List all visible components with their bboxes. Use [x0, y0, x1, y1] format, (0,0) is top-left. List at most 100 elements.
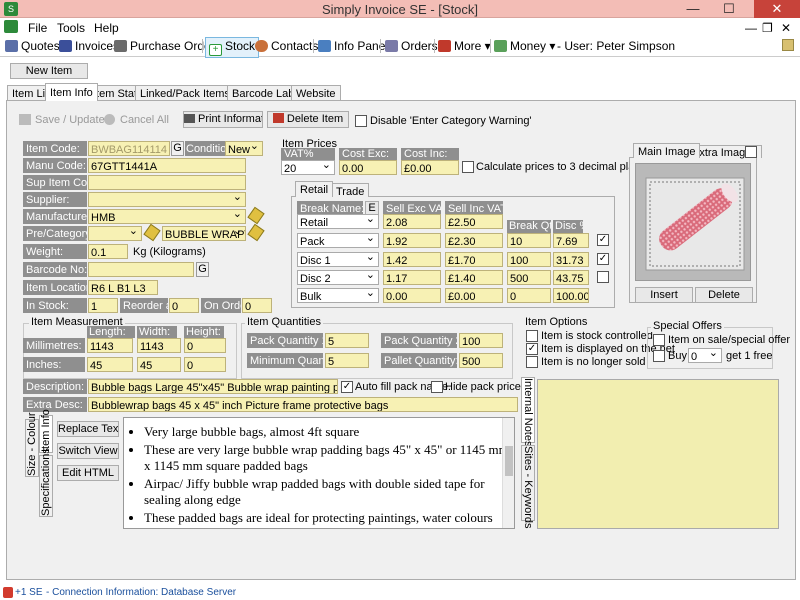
stock-controlled-checkbox[interactable] [526, 330, 538, 342]
minimum-qty-field[interactable]: 5 [325, 353, 369, 368]
break-qty-field[interactable]: 10 [507, 233, 551, 248]
break-name-select[interactable]: Pack [297, 233, 379, 248]
new-item-button[interactable]: New Item [10, 63, 88, 79]
mm-height-field[interactable]: 0 [184, 338, 226, 353]
menu-file[interactable]: File [28, 21, 47, 35]
on-order-field[interactable]: 0 [242, 298, 272, 313]
generate-code-button[interactable]: G [171, 141, 184, 156]
window-restore-child[interactable]: ❐ [762, 21, 773, 35]
break-name-select[interactable]: Disc 1 [297, 252, 379, 267]
category-select[interactable]: BUBBLE WRAP\E [162, 226, 246, 241]
pack-qty-2-field[interactable]: 100 [459, 333, 503, 348]
barcode-field[interactable] [88, 262, 194, 277]
sell-inc-field[interactable]: £2.30 [445, 233, 503, 248]
toolbar-invoices[interactable]: Invoices [59, 39, 119, 53]
tab-sites-keywords[interactable]: Sites - Keywords [521, 445, 535, 529]
no-longer-sold-checkbox[interactable] [526, 356, 538, 368]
toolbar-quotes[interactable]: Quotes [5, 39, 60, 53]
pre-category-select[interactable] [88, 226, 142, 241]
toolbar-contacts[interactable]: Contacts [255, 39, 318, 53]
hide-pack-prices-checkbox[interactable] [431, 381, 443, 393]
window-minimize-child[interactable]: — [745, 21, 757, 35]
print-information-button[interactable]: Print Information [183, 111, 263, 128]
tab-item-info[interactable]: Item Info [45, 83, 98, 101]
displayed-on-net-checkbox[interactable]: ✓ [526, 343, 538, 355]
pallet-qty-field[interactable]: 500 [459, 353, 503, 368]
disc-field[interactable]: 100.00 [553, 288, 589, 303]
buy-qty-select[interactable]: 0 [688, 348, 722, 363]
row-active-checkbox[interactable]: ✓ [597, 234, 609, 246]
minimize-button[interactable]: — [678, 0, 708, 18]
break-qty-field[interactable]: 500 [507, 270, 551, 285]
supplier-select[interactable] [88, 192, 246, 207]
vat-select[interactable]: 20 [281, 160, 335, 175]
delete-image-button[interactable]: Delete [695, 287, 753, 303]
three-decimals-checkbox[interactable] [462, 161, 474, 173]
sell-inc-field[interactable]: £1.70 [445, 252, 503, 267]
toolbar-orders[interactable]: Orders [385, 39, 438, 53]
sell-inc-field[interactable]: £0.00 [445, 288, 503, 303]
close-button[interactable]: ✕ [754, 0, 800, 18]
cancel-all-button[interactable]: Cancel All [104, 114, 169, 126]
mm-length-field[interactable]: 1143 [87, 338, 133, 353]
pack-qty-1-field[interactable]: 5 [325, 333, 369, 348]
menu-tools[interactable]: Tools [57, 21, 85, 35]
description-scrollbar[interactable] [502, 418, 514, 528]
toolbar-settings-icon[interactable] [782, 39, 794, 51]
insert-image-button[interactable]: Insert [635, 287, 693, 303]
tab-trade[interactable]: Trade [331, 183, 370, 198]
in-length-field[interactable]: 45 [87, 357, 133, 372]
reorder-at-field[interactable]: 0 [169, 298, 199, 313]
menu-help[interactable]: Help [94, 21, 119, 35]
internal-notes-field[interactable] [537, 379, 779, 529]
disable-category-warning-checkbox[interactable] [355, 115, 367, 127]
edit-category-icon[interactable] [247, 223, 265, 242]
break-name-select[interactable]: Bulk [297, 288, 379, 303]
toolbar-more[interactable]: More ▾ [438, 39, 491, 53]
item-location-field[interactable]: R6 L B1 L3 [88, 280, 158, 295]
tab-retail[interactable]: Retail [295, 181, 334, 197]
disc-field[interactable]: 31.73 [553, 252, 589, 267]
sell-inc-field[interactable]: £2.50 [445, 214, 503, 229]
maximize-button[interactable]: ☐ [714, 0, 744, 18]
tab-internal-notes[interactable]: Internal Notes [521, 377, 535, 446]
sell-exc-field[interactable]: 0.00 [383, 288, 441, 303]
description-html-view[interactable]: Very large bubble bags, almost 4ft squar… [123, 417, 515, 529]
row-active-checkbox[interactable] [597, 271, 609, 283]
condition-select[interactable]: New [225, 141, 263, 156]
manufacturer-select[interactable]: HMB [88, 209, 246, 224]
cost-inc-field[interactable]: £0.00 [401, 160, 459, 175]
weight-field[interactable]: 0.1 [88, 244, 128, 259]
toolbar-money[interactable]: Money ▾ [494, 39, 555, 53]
replace-text-button[interactable]: Replace Text [57, 421, 119, 437]
extra-images-checkbox[interactable] [745, 146, 757, 158]
in-height-field[interactable]: 0 [184, 357, 226, 372]
disc-field[interactable]: 7.69 [553, 233, 589, 248]
barcode-generate-button[interactable]: G [196, 262, 209, 277]
item-code-field[interactable]: BWBAG114114 [88, 141, 170, 156]
sell-exc-field[interactable]: 1.92 [383, 233, 441, 248]
tab-specifications[interactable]: Specifications [39, 448, 53, 517]
description-field[interactable]: Bubble bags Large 45"x45" Bubble wrap pa… [88, 379, 338, 394]
cost-exc-field[interactable]: 0.00 [339, 160, 397, 175]
break-qty-field[interactable]: 100 [507, 252, 551, 267]
break-name-select[interactable]: Disc 2 [297, 270, 379, 285]
disc-field[interactable]: 43.75 [553, 270, 589, 285]
window-close-child[interactable]: ✕ [781, 21, 791, 35]
tab-size-colour[interactable]: Size - Colour [25, 412, 39, 477]
auto-fill-checkbox[interactable]: ✓ [341, 381, 353, 393]
toolbar-info-panel[interactable]: Info Panel [318, 39, 388, 53]
sup-item-code-field[interactable] [88, 175, 246, 190]
menu-app-icon[interactable] [4, 20, 18, 33]
save-update-button[interactable]: Save / Update [19, 114, 105, 126]
toolbar-stock[interactable]: + Stock [205, 37, 260, 58]
delete-item-button[interactable]: Delete Item [267, 111, 349, 128]
in-width-field[interactable]: 45 [137, 357, 181, 372]
mm-width-field[interactable]: 1143 [137, 338, 181, 353]
break-qty-field[interactable]: 0 [507, 288, 551, 303]
sell-inc-field[interactable]: £1.40 [445, 270, 503, 285]
sell-exc-field[interactable]: 1.17 [383, 270, 441, 285]
row-active-checkbox[interactable]: ✓ [597, 253, 609, 265]
edit-manufacturer-icon[interactable] [247, 206, 265, 225]
in-stock-field[interactable]: 1 [88, 298, 118, 313]
